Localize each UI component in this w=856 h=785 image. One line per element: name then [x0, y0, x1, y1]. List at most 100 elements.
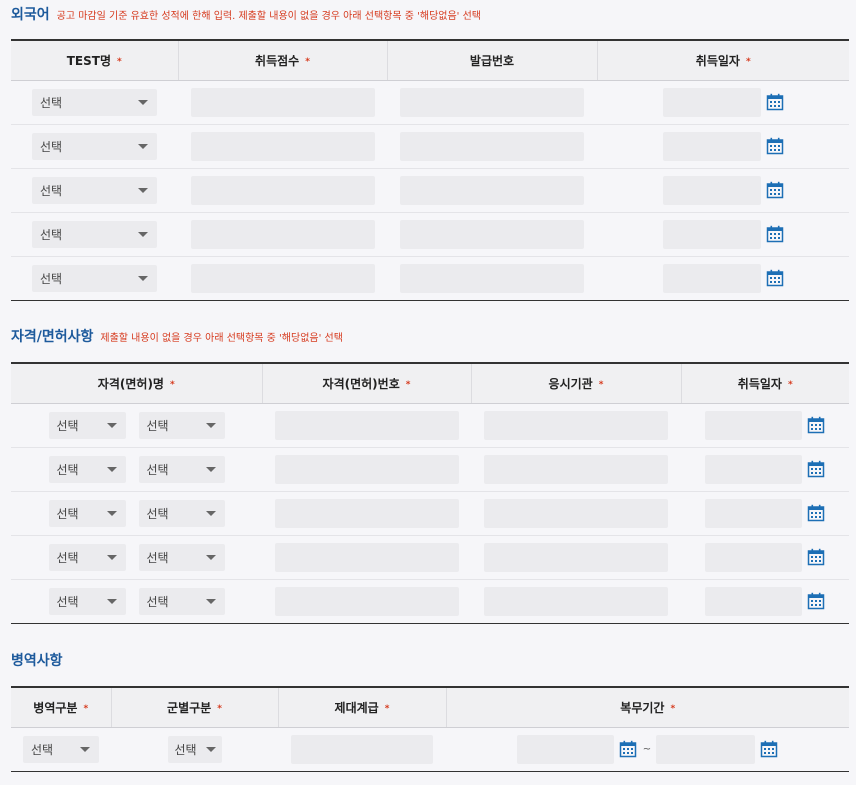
table-row: 선택 선택: [11, 534, 849, 579]
table-row: 선택 선택: [11, 490, 849, 535]
table-row: 선택: [11, 167, 849, 212]
chevron-down-icon: [205, 510, 216, 516]
license-name-select[interactable]: 선택: [138, 455, 225, 483]
chevron-down-icon: [205, 466, 216, 472]
license-title: 자격/면허사항: [11, 329, 94, 345]
license-name-select[interactable]: 선택: [138, 499, 225, 527]
exam-agency-input[interactable]: [484, 498, 668, 528]
required-mark: *: [169, 379, 175, 390]
acquired-date-input[interactable]: [662, 263, 761, 293]
calendar-icon[interactable]: [766, 137, 784, 155]
test-select[interactable]: 선택: [32, 176, 157, 204]
discharge-rank-input[interactable]: [291, 734, 433, 764]
license-category-select[interactable]: 선택: [48, 455, 126, 483]
issue-number-input[interactable]: [400, 131, 584, 161]
acquired-date-input[interactable]: [662, 219, 761, 249]
acquired-date-input[interactable]: [662, 87, 761, 117]
table-row: 선택 선택: [11, 578, 849, 623]
calendar-icon[interactable]: [807, 504, 825, 522]
score-input[interactable]: [190, 131, 375, 161]
license-name-select[interactable]: 선택: [138, 543, 225, 571]
acquired-date-input[interactable]: [705, 586, 802, 616]
required-mark: *: [117, 56, 122, 67]
header-test-name: TEST명 *: [11, 40, 178, 81]
test-select[interactable]: 선택: [32, 88, 157, 116]
table-row: 선택: [11, 80, 849, 124]
calendar-icon[interactable]: [807, 592, 825, 610]
header-service-period: 복무기간 *: [445, 687, 849, 728]
table-row: 선택 선택: [11, 446, 849, 491]
calendar-icon[interactable]: [766, 225, 784, 243]
service-type-select[interactable]: 선택: [23, 735, 99, 763]
license-name-select[interactable]: 선택: [138, 411, 225, 439]
calendar-icon[interactable]: [766, 181, 784, 199]
exam-agency-input[interactable]: [484, 454, 668, 484]
period-separator: ~: [642, 743, 652, 755]
service-end-date-input[interactable]: [656, 734, 756, 764]
chevron-down-icon: [205, 554, 216, 560]
license-name-select[interactable]: 선택: [138, 587, 225, 615]
branch-select[interactable]: 선택: [167, 735, 222, 763]
issue-number-input[interactable]: [400, 219, 584, 249]
exam-agency-input[interactable]: [484, 410, 668, 440]
chevron-down-icon: [138, 99, 148, 105]
license-category-select[interactable]: 선택: [48, 587, 126, 615]
calendar-icon[interactable]: [619, 740, 637, 758]
header-discharge-rank: 제대계급 *: [277, 687, 446, 728]
score-input[interactable]: [190, 219, 375, 249]
acquired-date-input[interactable]: [705, 498, 802, 528]
required-mark: *: [405, 379, 411, 390]
chevron-down-icon: [138, 275, 148, 281]
foreign-note: 공고 마감일 기준 유효한 성적에 한해 입력. 제출할 내용이 없을 경우 아…: [56, 11, 481, 22]
exam-agency-input[interactable]: [484, 586, 668, 616]
license-category-select[interactable]: 선택: [48, 543, 126, 571]
license-category-select[interactable]: 선택: [48, 411, 126, 439]
military-table: 병역구분 * 군별구분 * 제대계급 * 복무기간 * 선택 선택 ~: [11, 686, 849, 772]
header-service-type: 병역구분 *: [11, 687, 111, 728]
license-number-input[interactable]: [274, 498, 459, 528]
license-note: 제출할 내용이 없을 경우 아래 선택항목 중 '해당없음' 선택: [100, 333, 343, 344]
test-select[interactable]: 선택: [32, 220, 157, 248]
license-number-input[interactable]: [274, 454, 459, 484]
score-input[interactable]: [190, 263, 375, 293]
calendar-icon[interactable]: [807, 548, 825, 566]
issue-number-input[interactable]: [400, 87, 584, 117]
license-section-title: 자격/면허사항 제출할 내용이 없을 경우 아래 선택항목 중 '해당없음' 선…: [11, 326, 343, 346]
exam-agency-input[interactable]: [484, 542, 668, 572]
license-number-input[interactable]: [274, 586, 459, 616]
acquired-date-input[interactable]: [662, 131, 761, 161]
issue-number-input[interactable]: [400, 175, 584, 205]
required-mark: *: [745, 56, 751, 67]
acquired-date-input[interactable]: [705, 410, 802, 440]
score-input[interactable]: [190, 87, 375, 117]
issue-number-input[interactable]: [400, 263, 584, 293]
required-mark: *: [598, 379, 604, 390]
required-mark: *: [217, 703, 222, 714]
required-mark: *: [787, 379, 793, 390]
header-branch: 군별구분 *: [110, 687, 278, 728]
header-acquired-date: 취득일자 *: [596, 40, 849, 81]
header-license-number: 자격(면허)번호 *: [261, 363, 471, 404]
license-number-input[interactable]: [274, 410, 459, 440]
acquired-date-input[interactable]: [662, 175, 761, 205]
score-input[interactable]: [190, 175, 375, 205]
header-score: 취득점수 *: [177, 40, 387, 81]
calendar-icon[interactable]: [766, 93, 784, 111]
header-exam-agency: 응시기관 *: [470, 363, 681, 404]
calendar-icon[interactable]: [807, 416, 825, 434]
calendar-icon[interactable]: [760, 740, 778, 758]
chevron-down-icon: [138, 187, 148, 193]
service-start-date-input[interactable]: [516, 734, 614, 764]
license-number-input[interactable]: [274, 542, 459, 572]
chevron-down-icon: [106, 510, 117, 516]
acquired-date-input[interactable]: [705, 454, 802, 484]
chevron-down-icon: [106, 466, 117, 472]
acquired-date-input[interactable]: [705, 542, 802, 572]
foreign-title: 외국어: [11, 7, 50, 23]
test-select[interactable]: 선택: [32, 132, 157, 160]
license-category-select[interactable]: 선택: [48, 499, 126, 527]
calendar-icon[interactable]: [807, 460, 825, 478]
chevron-down-icon: [205, 422, 216, 428]
calendar-icon[interactable]: [766, 269, 784, 287]
test-select[interactable]: 선택: [32, 264, 157, 292]
